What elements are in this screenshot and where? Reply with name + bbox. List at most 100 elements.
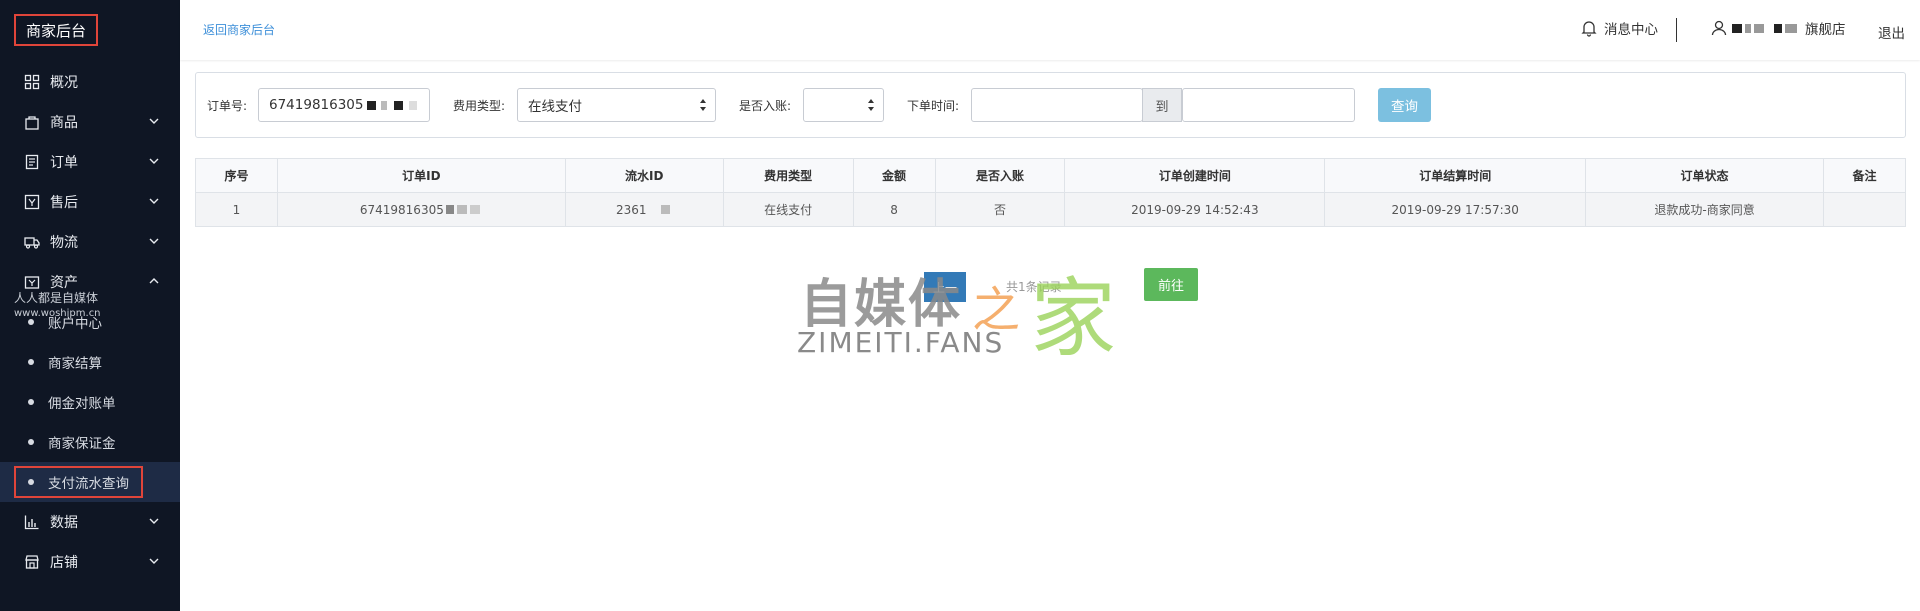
payment-flow-table: 序号 订单ID 流水ID 费用类型 金额 是否入账 订单创建时间 订单结算时间 … (195, 158, 1907, 227)
column-header: 金额 (852, 158, 936, 193)
select-arrows-icon (700, 99, 706, 111)
sidebar-item-overview[interactable]: 概况 (0, 62, 180, 102)
fee-type-label: 费用类型: (453, 99, 506, 113)
bullet-icon (28, 439, 34, 445)
sidebar-item-label: 店铺 (50, 555, 78, 571)
highlight-box (14, 466, 143, 498)
sidebar-subitem-label: 佣金对账单 (48, 396, 116, 412)
redacted-mark (1785, 23, 1797, 33)
chart-icon (24, 514, 40, 530)
chevron-down-icon (149, 518, 159, 524)
aftersale-icon (24, 194, 40, 210)
sidebar-item-store[interactable]: 店铺 (0, 542, 180, 582)
sidebar-subitem-deposit[interactable]: 商家保证金 (0, 422, 180, 462)
column-header: 备注 (1822, 158, 1907, 193)
logout-link[interactable]: 退出 (1878, 22, 1905, 42)
settled-select[interactable] (803, 88, 884, 122)
fee-type-value: 在线支付 (528, 99, 582, 115)
start-date-input[interactable] (971, 88, 1143, 122)
sidebar-item-label: 数据 (50, 515, 78, 531)
fee-type-select[interactable]: 在线支付 (517, 88, 716, 122)
grid-icon (24, 74, 40, 90)
redacted-mark (1732, 23, 1742, 33)
column-header: 订单结算时间 (1324, 158, 1587, 193)
asset-icon (24, 274, 40, 290)
bell-icon (1581, 21, 1597, 37)
redacted-mark (469, 204, 480, 214)
column-header: 订单状态 (1585, 158, 1824, 193)
truck-icon (24, 234, 40, 250)
sidebar-subitem-merchant-settlement[interactable]: 商家结算 (0, 342, 180, 382)
user-icon (1711, 20, 1727, 36)
sidebar-item-label: 售后 (50, 195, 78, 211)
bag-icon (24, 114, 40, 130)
table-header-row: 序号 订单ID 流水ID 费用类型 金额 是否入账 订单创建时间 订单结算时间 … (195, 158, 1907, 193)
sidebar: 商家后台 概况 商品 订单 售后 物流 资产 人人都是自媒体 www.woshi… (0, 0, 180, 611)
back-to-admin-link[interactable]: 返回商家后台 (203, 21, 275, 38)
table-cell: 2019-09-29 14:52:43 (1064, 192, 1326, 227)
sidebar-item-label: 订单 (50, 155, 78, 171)
chevron-down-icon (149, 118, 159, 124)
column-header: 序号 (195, 158, 278, 193)
end-date-input[interactable] (1182, 88, 1355, 122)
sidebar-subitem-commission-statement[interactable]: 佣金对账单 (0, 382, 180, 422)
table-cell: 在线支付 (722, 192, 854, 227)
order-no-value: 67419816305 (269, 97, 364, 113)
redacted-mark (1754, 23, 1764, 33)
table-cell: 退款成功-商家同意 (1585, 192, 1824, 227)
bullet-icon (28, 399, 34, 405)
chevron-down-icon (149, 158, 159, 164)
sidebar-item-label: 物流 (50, 235, 78, 251)
redacted-mark (445, 204, 454, 214)
chevron-down-icon (149, 198, 159, 204)
sidebar-item-label: 概况 (50, 75, 78, 91)
sidebar-item-label: 资产 (50, 275, 78, 291)
order-no-label: 订单号: (207, 99, 248, 113)
redacted-mark (1745, 23, 1751, 33)
table-cell: 2019-09-29 17:57:30 (1324, 192, 1587, 227)
filter-panel: 订单号: 67419816305 费用类型: 在线支付 是否入账: 下单时间: … (195, 72, 1906, 138)
redacted-mark (409, 100, 418, 110)
column-header: 流水ID (564, 158, 724, 193)
column-header: 订单ID (276, 158, 566, 193)
redacted-mark (367, 100, 377, 110)
user-menu[interactable]: 旗舰店 (1710, 18, 1846, 38)
select-arrows-icon (868, 99, 874, 111)
table-cell (1822, 192, 1907, 227)
table-row: 1 67419816305 2361 在线支付 8 否 2019-09-29 1… (195, 192, 1907, 227)
sidebar-item-products[interactable]: 商品 (0, 102, 180, 142)
shop-name: 旗舰店 (1805, 22, 1846, 38)
message-center[interactable]: 消息中心 (1580, 18, 1658, 38)
watermark-text: ZIMEITI.FANS (797, 326, 1005, 359)
bullet-icon (28, 359, 34, 365)
column-header: 订单创建时间 (1064, 158, 1326, 193)
sidebar-item-aftersale[interactable]: 售后 (0, 182, 180, 222)
settled-label: 是否入账: (739, 99, 792, 113)
chevron-up-icon (149, 278, 159, 284)
redacted-mark (660, 204, 670, 214)
sidebar-subitem-label: 商家保证金 (48, 436, 116, 452)
column-header: 是否入账 (934, 158, 1066, 193)
sidebar-item-data[interactable]: 数据 (0, 502, 180, 542)
query-button[interactable]: 查询 (1378, 88, 1431, 122)
order-no-input[interactable]: 67419816305 (258, 88, 430, 122)
chevron-down-icon (149, 238, 159, 244)
pager-go-button[interactable]: 前往 (1144, 268, 1198, 301)
table-cell: 8 (852, 192, 936, 227)
sidebar-subitem-label: 商家结算 (48, 356, 102, 372)
sidebar-subitem-account-center[interactable]: 账户中心 (0, 302, 180, 342)
column-header: 费用类型 (722, 158, 854, 193)
sidebar-subitem-payment-flow[interactable]: 支付流水查询 (0, 462, 180, 502)
redacted-mark (456, 204, 467, 214)
store-icon (24, 554, 40, 570)
order-id: 67419816305 (359, 202, 444, 217)
flow-id: 2361 (615, 202, 647, 217)
sidebar-item-orders[interactable]: 订单 (0, 142, 180, 182)
redacted-mark (394, 100, 404, 110)
redacted-mark (381, 100, 388, 110)
date-range-separator: 到 (1142, 88, 1182, 122)
table-cell: 否 (934, 192, 1066, 227)
redacted-mark (1774, 23, 1782, 33)
sidebar-item-logistics[interactable]: 物流 (0, 222, 180, 262)
divider (1676, 18, 1677, 42)
